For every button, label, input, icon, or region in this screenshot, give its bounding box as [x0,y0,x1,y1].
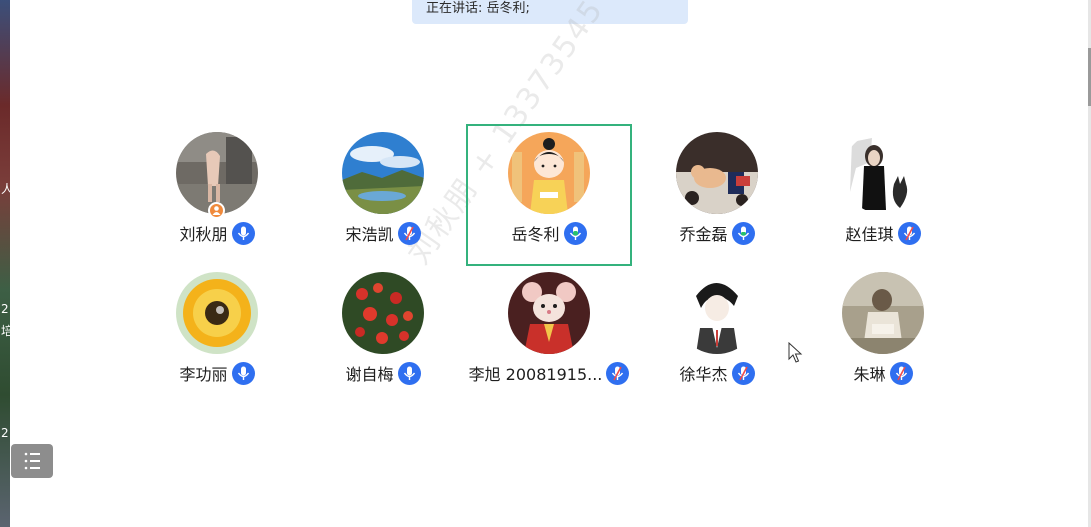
mic-muted-icon[interactable] [889,361,913,385]
participant-tile[interactable]: 赵佳琪 [800,126,966,266]
participant-tile[interactable]: 徐华杰 [634,266,800,406]
name-row: 乔金磊 [634,220,800,246]
mic-muted-icon[interactable] [897,221,921,245]
participant-name: 李旭 20081915... [468,365,603,384]
mic-on-icon[interactable] [231,361,255,385]
name-row: 李旭 20081915... [466,360,632,386]
mic-on-icon[interactable] [397,361,421,385]
name-row: 谢自梅 [300,360,466,386]
participant-tile[interactable]: 李旭 20081915... [466,266,632,406]
photo-red-berries [342,272,424,354]
name-row: 岳冬利 [466,220,632,246]
participant-name: 徐华杰 [679,365,728,384]
name-row: 宋浩凯 [300,220,466,246]
mic-muted-icon[interactable] [606,361,630,385]
participant-tile[interactable]: 李功丽 [134,266,300,406]
participant-name: 李功丽 [179,365,228,384]
name-row: 刘秋朋 [134,220,300,246]
avatar [176,272,258,354]
participant-tile[interactable]: 朱琳 [800,266,966,406]
avatar [508,132,590,214]
mic-muted-icon[interactable] [731,361,755,385]
mic-on-icon[interactable] [231,221,255,245]
name-row: 李功丽 [134,360,300,386]
avatar [342,132,424,214]
participant-tile[interactable]: 宋浩凯 [300,126,466,266]
list-icon [24,452,40,470]
name-row: 徐华杰 [634,360,800,386]
illustration-mouse-red [508,272,590,354]
cartoon-girl-calligraphy [508,132,590,214]
host-badge [208,202,225,219]
name-row: 朱琳 [800,360,966,386]
photo-sunflower [176,272,258,354]
participant-name: 赵佳琪 [845,225,894,244]
name-row: 赵佳琪 [800,220,966,246]
mic-speaking-icon[interactable] [563,221,587,245]
participant-name: 刘秋朋 [179,225,228,244]
avatar [842,272,924,354]
avatar [842,132,924,214]
mic-muted-icon[interactable] [397,221,421,245]
participant-tile[interactable]: 刘秋朋 [134,126,300,266]
participant-tile-active-speaker[interactable]: 岳冬利 [466,124,632,266]
avatar [676,272,758,354]
participant-list-toggle-button[interactable] [11,444,53,478]
person-icon [212,206,221,215]
photo-cat-desk [676,132,758,214]
participant-tile[interactable]: 谢自梅 [300,266,466,406]
illustration-anime-boy [676,272,758,354]
participant-name: 岳冬利 [511,225,560,244]
mouse-cursor-icon [788,342,803,363]
participant-name: 谢自梅 [345,365,394,384]
participant-name: 宋浩凯 [345,225,394,244]
participant-tile[interactable]: 乔金磊 [634,126,800,266]
avatar [342,272,424,354]
participant-grid: 刘秋朋 宋浩凯 岳冬利 乔金磊 赵佳琪 李功丽 谢自梅 李旭 20081915.… [0,0,1091,527]
photo-person-reading [842,272,924,354]
avatar [508,272,590,354]
illustration-girl-cat [842,132,924,214]
avatar [676,132,758,214]
mic-speaking-icon[interactable] [731,221,755,245]
photo-landscape-lake [342,132,424,214]
participant-name: 朱琳 [853,365,886,384]
participant-name: 乔金磊 [679,225,728,244]
